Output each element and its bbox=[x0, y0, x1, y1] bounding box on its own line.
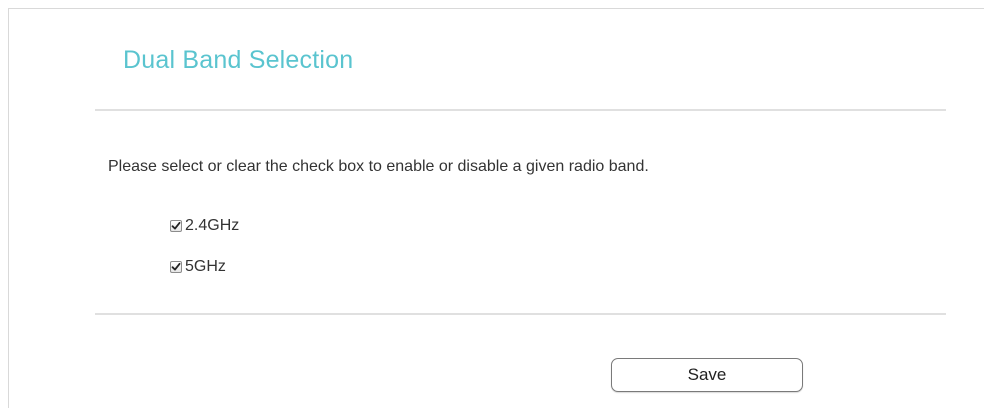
band-2-4ghz-label: 2.4GHz bbox=[185, 217, 240, 234]
band-2-4ghz-checkbox[interactable] bbox=[170, 220, 182, 232]
bottom-divider bbox=[95, 313, 946, 315]
top-divider bbox=[95, 109, 946, 111]
dual-band-panel: Dual Band Selection Please select or cle… bbox=[8, 8, 984, 408]
band-5ghz-checkbox[interactable] bbox=[170, 261, 182, 273]
band-option-2-4ghz[interactable]: 2.4GHz bbox=[170, 217, 239, 235]
checkmark-icon bbox=[171, 262, 181, 271]
band-5ghz-label: 5GHz bbox=[185, 258, 226, 275]
section-title: Dual Band Selection bbox=[123, 46, 354, 74]
checkmark-icon bbox=[171, 221, 181, 230]
band-option-5ghz[interactable]: 5GHz bbox=[170, 258, 226, 276]
section-description: Please select or clear the check box to … bbox=[108, 158, 649, 175]
save-button[interactable]: Save bbox=[611, 358, 803, 392]
